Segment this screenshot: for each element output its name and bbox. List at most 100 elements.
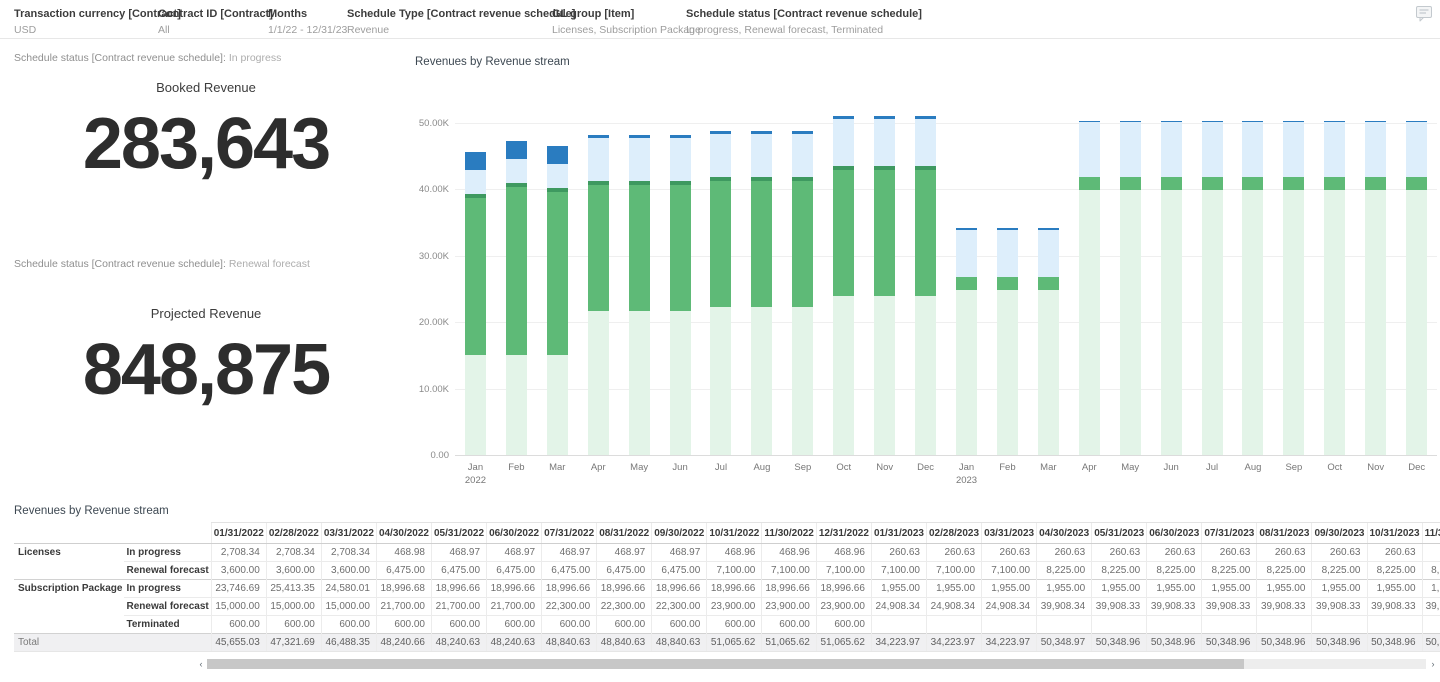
bar-segment[interactable]: [915, 170, 937, 297]
bar-segment[interactable]: [1406, 177, 1428, 191]
bar-segment[interactable]: [1119, 122, 1141, 178]
filter-schedule-type[interactable]: Schedule Type [Contract revenue schedule…: [347, 8, 575, 36]
bar-segment[interactable]: [833, 119, 855, 167]
stacked-bar[interactable]: [710, 130, 732, 455]
scrollbar-thumb[interactable]: [207, 659, 1244, 669]
bar-segment[interactable]: [505, 355, 527, 455]
bar-segment[interactable]: [1160, 177, 1182, 191]
bar-segment[interactable]: [710, 306, 732, 455]
bar-segment[interactable]: [792, 306, 814, 455]
bar-segment[interactable]: [874, 170, 896, 297]
bar-segment[interactable]: [1037, 289, 1059, 455]
stacked-bar[interactable]: [915, 115, 937, 455]
stacked-bar[interactable]: [1242, 120, 1264, 455]
scrollbar-track[interactable]: [207, 659, 1426, 669]
bar-segment[interactable]: [1283, 190, 1305, 455]
bar-segment[interactable]: [996, 289, 1018, 455]
bar-segment[interactable]: [956, 276, 978, 290]
bar-segment[interactable]: [1365, 177, 1387, 191]
stacked-bar[interactable]: [546, 146, 568, 455]
bar-segment[interactable]: [1078, 177, 1100, 191]
bar-segment[interactable]: [956, 229, 978, 277]
bar-segment[interactable]: [751, 180, 773, 307]
stacked-bar[interactable]: [874, 115, 896, 455]
bar-segment[interactable]: [587, 184, 609, 311]
bar-segment[interactable]: [792, 180, 814, 307]
bar-segment[interactable]: [833, 170, 855, 297]
bar-segment[interactable]: [669, 137, 691, 181]
stacked-bar[interactable]: [792, 130, 814, 455]
stacked-bar[interactable]: [996, 227, 1018, 455]
bar-segment[interactable]: [751, 306, 773, 455]
bar-segment[interactable]: [1201, 190, 1223, 455]
stacked-bar[interactable]: [505, 140, 527, 455]
stacked-bar[interactable]: [587, 134, 609, 455]
bar-segment[interactable]: [505, 140, 527, 159]
stacked-bar[interactable]: [956, 227, 978, 455]
bar-segment[interactable]: [669, 184, 691, 311]
stacked-bar[interactable]: [628, 134, 650, 455]
bar-segment[interactable]: [1160, 122, 1182, 178]
bar-segment[interactable]: [587, 310, 609, 455]
filter-gl-group[interactable]: GL group [Item] Licenses, Subscription P…: [552, 8, 701, 36]
bar-segment[interactable]: [1201, 122, 1223, 178]
bar-segment[interactable]: [1242, 122, 1264, 178]
bar-segment[interactable]: [1365, 122, 1387, 178]
bar-segment[interactable]: [751, 133, 773, 177]
stacked-bar[interactable]: [751, 130, 773, 455]
bar-segment[interactable]: [464, 197, 486, 356]
bar-segment[interactable]: [1324, 177, 1346, 191]
bar-segment[interactable]: [546, 164, 568, 189]
stacked-bar[interactable]: [669, 134, 691, 455]
bar-segment[interactable]: [1160, 190, 1182, 455]
bar-segment[interactable]: [710, 133, 732, 177]
stacked-bar[interactable]: [1201, 120, 1223, 455]
bar-segment[interactable]: [915, 119, 937, 167]
bar-segment[interactable]: [1119, 190, 1141, 455]
bar-segment[interactable]: [1242, 177, 1264, 191]
bar-segment[interactable]: [587, 137, 609, 181]
stacked-bar[interactable]: [1324, 120, 1346, 455]
bar-segment[interactable]: [1406, 122, 1428, 178]
filter-transaction-currency[interactable]: Transaction currency [Contract] USD: [14, 8, 181, 36]
bar-segment[interactable]: [1283, 122, 1305, 178]
bar-segment[interactable]: [1242, 190, 1264, 455]
bar-segment[interactable]: [833, 296, 855, 455]
filter-months[interactable]: Months 1/1/22 - 12/31/23: [268, 8, 347, 36]
bar-segment[interactable]: [915, 296, 937, 455]
bar-segment[interactable]: [1283, 177, 1305, 191]
bar-segment[interactable]: [1406, 190, 1428, 455]
stacked-bar[interactable]: [833, 115, 855, 455]
bar-segment[interactable]: [1324, 190, 1346, 455]
bar-segment[interactable]: [505, 186, 527, 356]
filter-schedule-status[interactable]: Schedule status [Contract revenue schedu…: [686, 8, 922, 36]
stacked-bar[interactable]: [1078, 120, 1100, 455]
bar-segment[interactable]: [1119, 177, 1141, 191]
bar-segment[interactable]: [1078, 190, 1100, 455]
bar-segment[interactable]: [546, 355, 568, 455]
bar-segment[interactable]: [628, 310, 650, 455]
bar-segment[interactable]: [1324, 122, 1346, 178]
stacked-bar[interactable]: [1160, 120, 1182, 455]
bar-segment[interactable]: [546, 146, 568, 165]
bar-segment[interactable]: [546, 192, 568, 356]
bar-segment[interactable]: [1078, 122, 1100, 178]
bar-segment[interactable]: [1037, 276, 1059, 290]
bar-segment[interactable]: [996, 229, 1018, 277]
scrollbar-right-arrow-icon[interactable]: ›: [1428, 658, 1438, 670]
bar-segment[interactable]: [874, 119, 896, 167]
stacked-bar[interactable]: [464, 151, 486, 455]
stacked-bar[interactable]: [1037, 227, 1059, 455]
bar-segment[interactable]: [505, 158, 527, 183]
filter-contract-id[interactable]: Contract ID [Contract] All: [158, 8, 273, 36]
bar-segment[interactable]: [1365, 190, 1387, 455]
bar-segment[interactable]: [628, 137, 650, 181]
scrollbar-left-arrow-icon[interactable]: ‹: [196, 658, 206, 670]
bar-segment[interactable]: [464, 151, 486, 170]
bar-segment[interactable]: [1201, 177, 1223, 191]
stacked-bar[interactable]: [1406, 120, 1428, 455]
bar-segment[interactable]: [1037, 229, 1059, 277]
bar-segment[interactable]: [874, 296, 896, 455]
stacked-bar[interactable]: [1119, 120, 1141, 455]
bar-segment[interactable]: [792, 133, 814, 177]
